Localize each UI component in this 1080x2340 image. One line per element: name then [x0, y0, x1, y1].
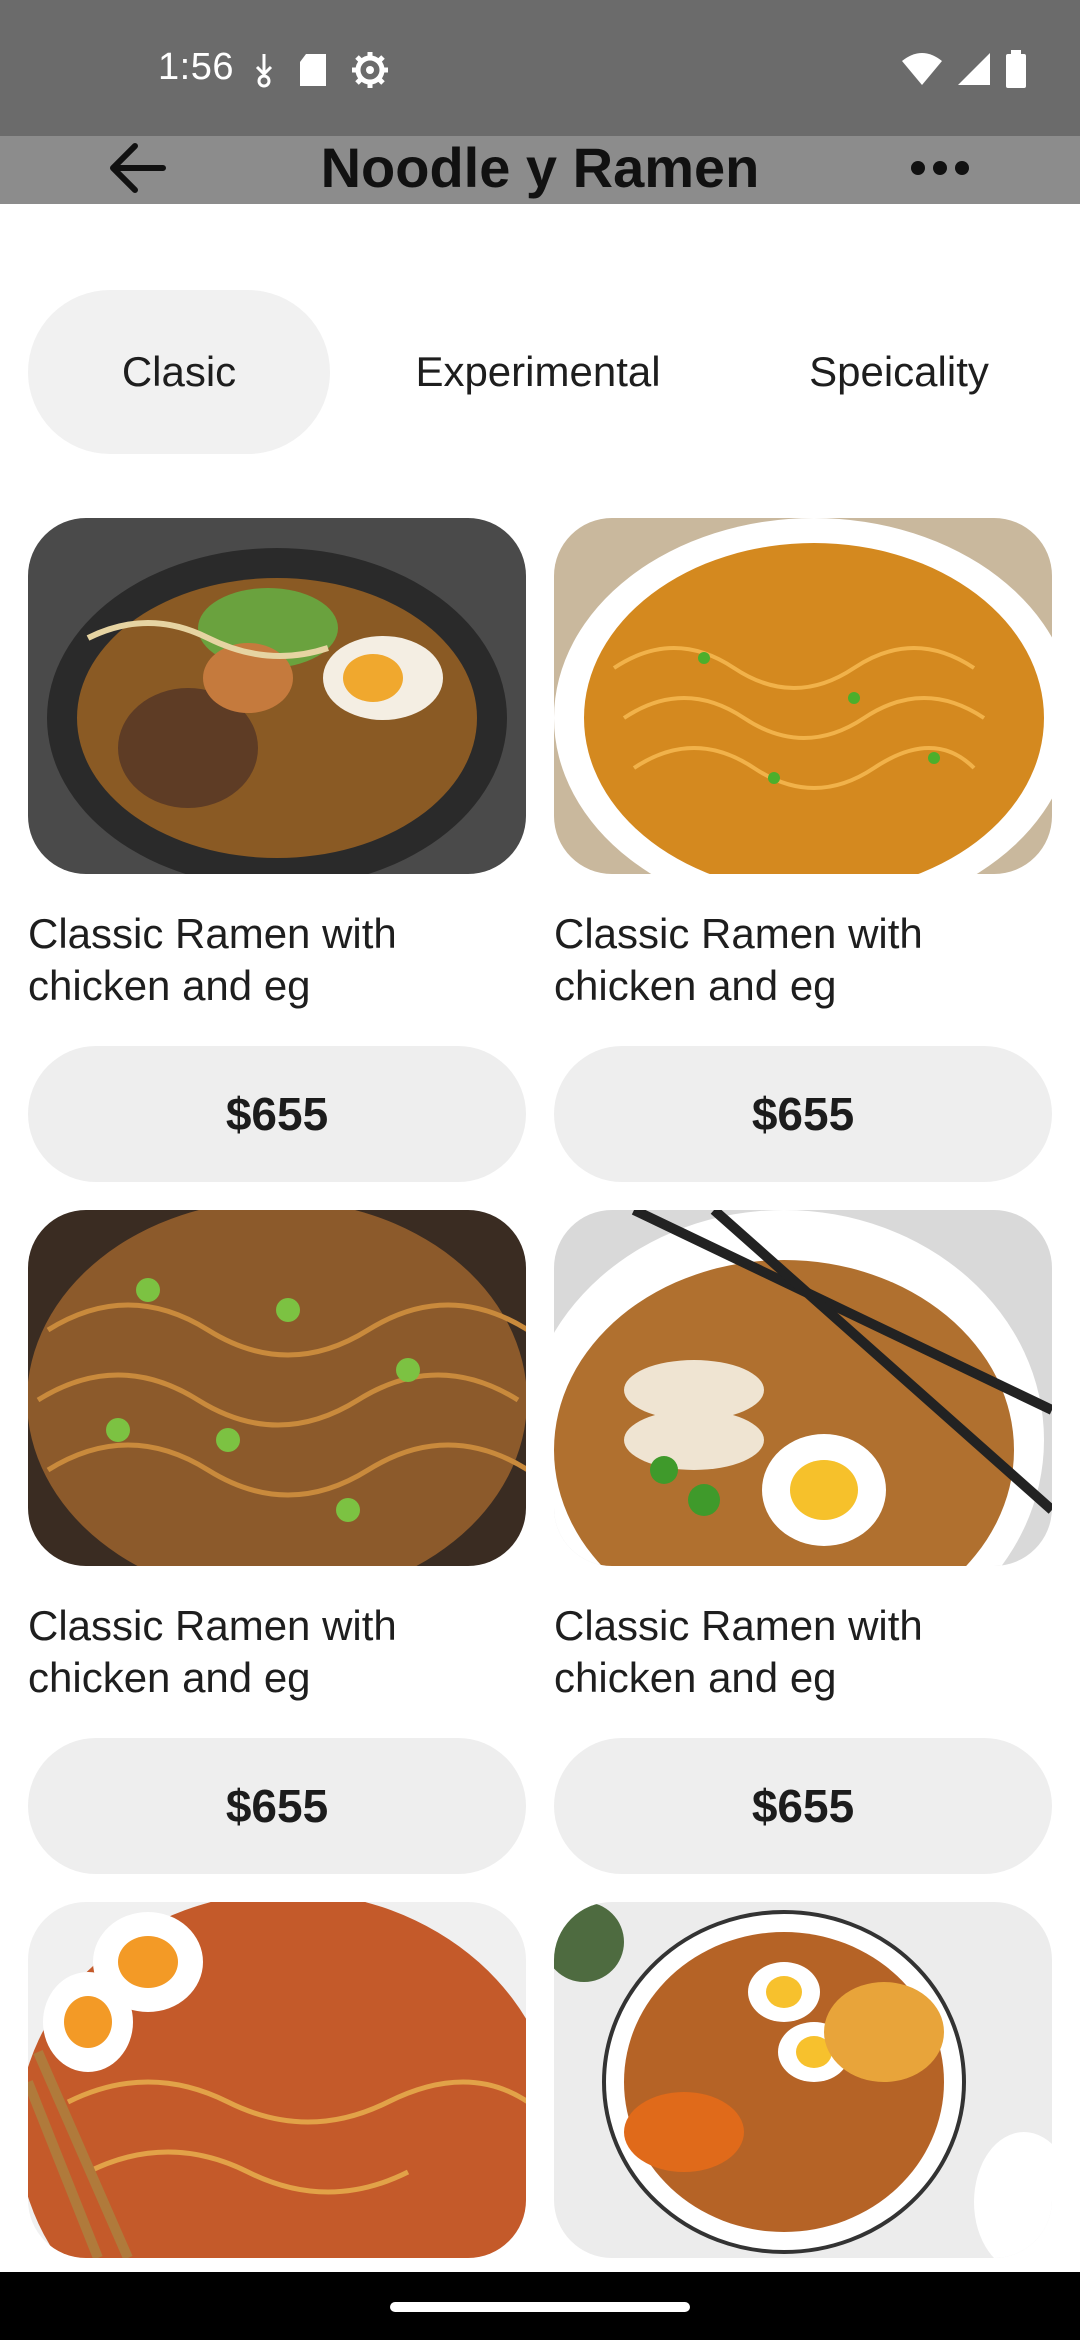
home-gesture-handle[interactable]: [390, 2302, 690, 2312]
product-image[interactable]: [28, 1902, 526, 2258]
product-image[interactable]: [554, 518, 1052, 874]
tab-experimental[interactable]: Experimental: [330, 290, 746, 454]
product-title: Classic Ramen with chicken and eg: [554, 1602, 923, 1701]
product-image[interactable]: [554, 1902, 1052, 2258]
product-image[interactable]: [554, 1210, 1052, 1566]
battery-icon: [1004, 50, 1028, 93]
download-status-icon: [252, 50, 276, 95]
more-options-button[interactable]: [900, 136, 980, 204]
wifi-icon: [900, 51, 944, 92]
price-button[interactable]: $655: [554, 1046, 1052, 1182]
app-bar: Noodle y Ramen: [0, 136, 1080, 204]
price-button[interactable]: $655: [28, 1046, 526, 1182]
status-bar: 1:56: [0, 0, 1080, 136]
product-title: Classic Ramen with chicken and eg: [28, 1602, 397, 1701]
system-nav-bar: [0, 2272, 1080, 2340]
status-left-icons: [252, 50, 390, 95]
more-horizontal-icon: [910, 160, 970, 181]
category-tabs: Clasic Experimental Speicality: [28, 290, 1052, 454]
product-title: Classic Ramen with chicken and eg: [28, 910, 397, 1009]
price-button[interactable]: $655: [28, 1738, 526, 1874]
product-image[interactable]: [28, 1210, 526, 1566]
settings-gear-icon: [350, 50, 390, 95]
signal-icon: [956, 51, 992, 92]
tab-speicality[interactable]: Speicality: [746, 290, 1052, 454]
product-title: Classic Ramen with chicken and eg: [554, 910, 923, 1009]
sd-card-icon: [298, 52, 328, 93]
product-image[interactable]: [28, 518, 526, 874]
price-button[interactable]: $655: [554, 1738, 1052, 1874]
status-right-icons: [900, 50, 1028, 93]
status-time: 1:56: [158, 46, 234, 88]
tab-clasic[interactable]: Clasic: [28, 290, 330, 454]
